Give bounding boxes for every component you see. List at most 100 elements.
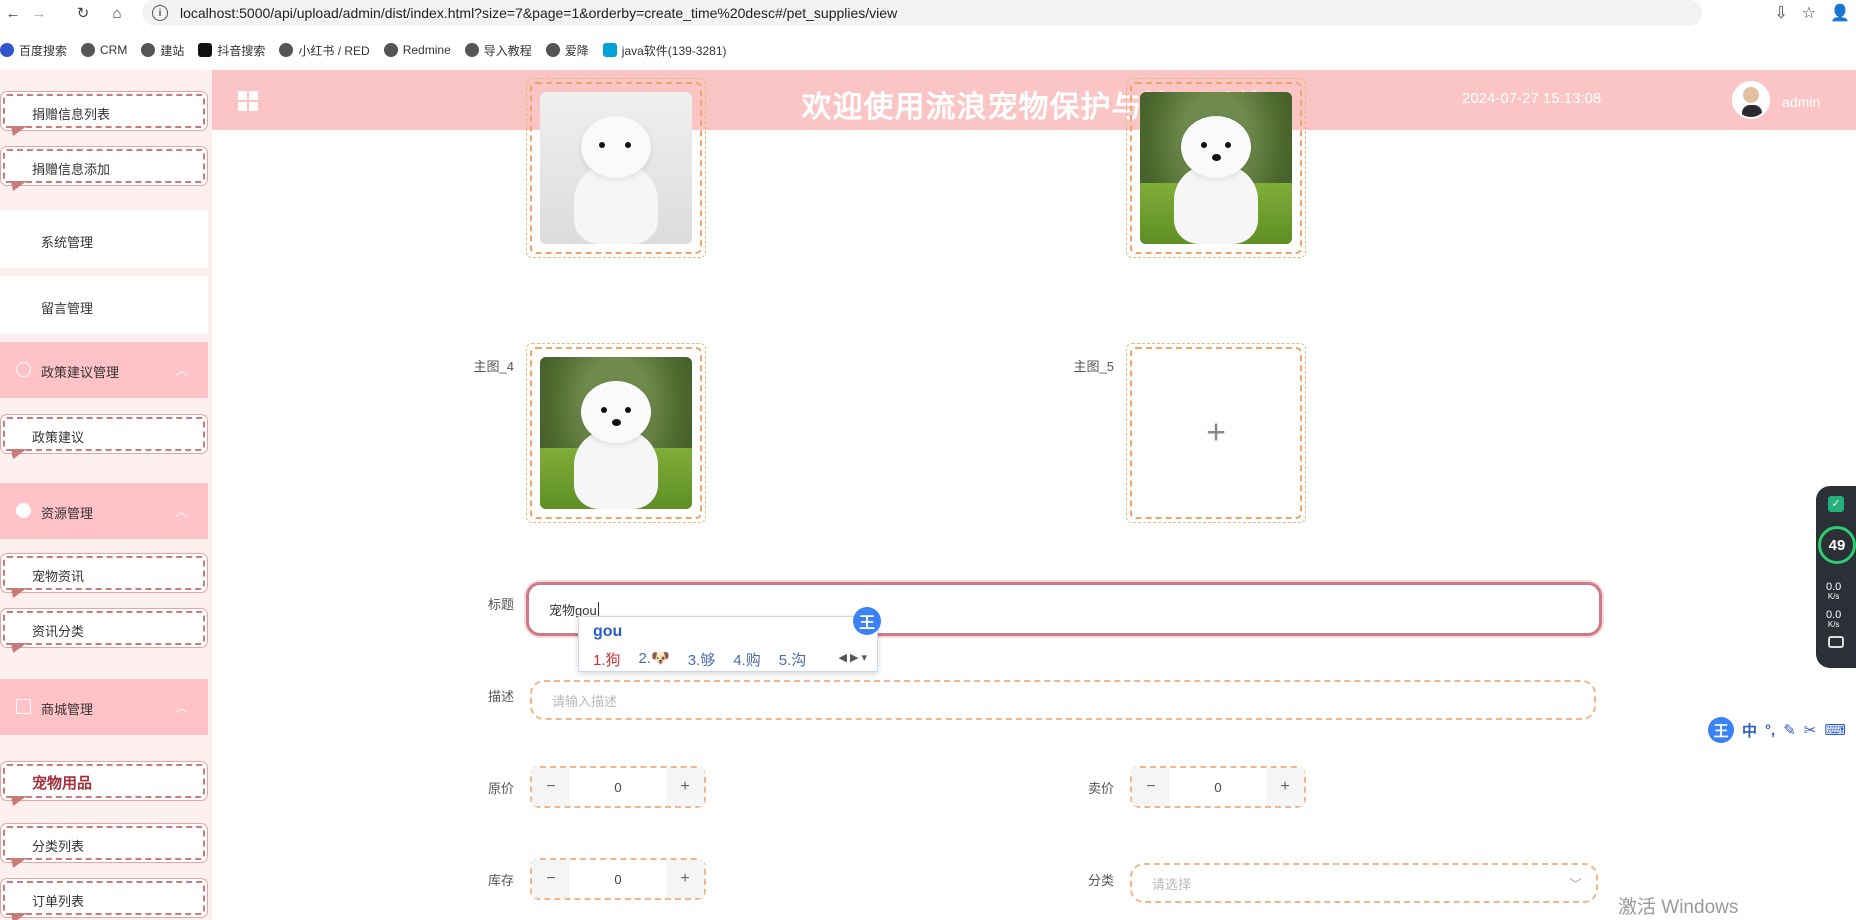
stock-value[interactable]: 0 [570, 872, 666, 887]
bookmark-item[interactable]: 爱降 [545, 42, 589, 59]
avatar[interactable] [1732, 81, 1770, 119]
ime-logo-icon[interactable]: 王 [1708, 717, 1734, 743]
main-image-5-label: 主图_5 [1073, 359, 1114, 374]
bookmark-item[interactable]: 抖音搜索 [198, 42, 265, 59]
description-input[interactable]: 请输入描述 [530, 680, 1596, 720]
increase-button[interactable]: + [1266, 768, 1304, 806]
plus-icon: + [1206, 413, 1226, 452]
bookmark-item[interactable]: java软件(139-3281) [602, 42, 727, 59]
ime-candidate-window: gou 1.狗 2.🐶 3.够 4.购 5.沟 王 ◀ ▶ ▾ [578, 607, 881, 672]
url-text: localhost:5000/api/upload/admin/dist/ind… [180, 5, 898, 21]
network-monitor-widget[interactable]: ✓ 49 0.0 K/s 0.0 K/s [1816, 486, 1856, 668]
decrease-button[interactable]: − [1132, 768, 1170, 806]
site-info-icon[interactable]: i [152, 5, 168, 21]
ime-logo-icon: 王 [853, 607, 881, 635]
ime-candidate[interactable]: 5.沟 [779, 649, 807, 670]
sidebar: 捐赠信息列表 捐赠信息添加 系统管理 留言管理 政策建议管理 ︿ 政策建议 资源… [0, 70, 212, 920]
sale-price-value[interactable]: 0 [1170, 780, 1266, 795]
sidebar-group-policy[interactable]: 政策建议管理 ︿ [0, 342, 208, 398]
sale-price-label: 卖价 [1087, 781, 1114, 796]
original-price-value[interactable]: 0 [570, 780, 666, 795]
category-select[interactable]: 请选择 ﹀ [1130, 863, 1598, 903]
profile-icon[interactable]: 👤 [1830, 3, 1850, 23]
sidebar-item-news-category[interactable]: 资讯分类 [0, 607, 206, 653]
sidebar-group-resource[interactable]: 资源管理 ︿ [0, 483, 208, 539]
globe-icon [141, 43, 156, 57]
stock-label: 库存 [487, 873, 514, 888]
text-caret [597, 602, 599, 616]
ime-mode-toggle[interactable]: 中 [1742, 720, 1757, 741]
upload-rate: 0.0 K/s [1826, 581, 1842, 602]
bookmarks-bar: 百度搜索 CRM 建站 抖音搜索 小红书 / RED Redmine 导入教程 … [0, 38, 741, 62]
ime-page-arrows-icon[interactable]: ◀ ▶ ▾ [838, 651, 867, 664]
ime-candidate[interactable]: 1.狗 [593, 649, 621, 670]
ime-candidate[interactable]: 3.够 [688, 649, 716, 670]
main-image-upload-2[interactable] [526, 78, 706, 258]
browser-actions: ⇩ ☆ 👤 [1774, 0, 1856, 26]
scissors-icon[interactable]: ✂ [1804, 721, 1817, 739]
description-placeholder: 请输入描述 [552, 693, 618, 709]
stock-stepper[interactable]: − 0 + [530, 858, 706, 900]
ime-toolbar: 王 中 °, ✎ ✂ ⌨ [1708, 716, 1846, 744]
sidebar-item-message-mgmt[interactable]: 留言管理 [0, 276, 208, 334]
shield-check-icon: ✓ [1828, 496, 1844, 512]
forward-icon[interactable]: → [26, 0, 52, 26]
ime-candidates: 1.狗 2.🐶 3.够 4.购 5.沟 [593, 649, 806, 670]
home-icon[interactable]: ⌂ [104, 0, 130, 26]
sidebar-item-donation-add[interactable]: 捐赠信息添加 [0, 145, 206, 191]
reload-icon[interactable]: ↻ [70, 0, 96, 26]
globe-icon [545, 43, 560, 57]
main-image-upload-3[interactable] [1126, 78, 1306, 258]
info-icon [16, 362, 31, 377]
sidebar-item-system-mgmt[interactable]: 系统管理 [0, 210, 208, 268]
camera-icon[interactable] [1828, 636, 1844, 648]
ime-candidate[interactable]: 2.🐶 [639, 649, 670, 670]
bookmark-star-icon[interactable]: ☆ [1802, 3, 1816, 23]
main-image-upload-5[interactable]: + [1126, 343, 1306, 523]
original-price-stepper[interactable]: − 0 + [530, 766, 706, 808]
sidebar-group-mall[interactable]: 商城管理 ︿ [0, 679, 208, 735]
sidebar-item-pet-supplies[interactable]: 宠物用品 [0, 760, 206, 806]
pet-photo [1140, 92, 1292, 244]
original-price-label: 原价 [487, 781, 514, 796]
category-label: 分类 [1087, 873, 1114, 888]
sidebar-item-policy[interactable]: 政策建议 [0, 413, 206, 459]
user-name[interactable]: admin [1782, 94, 1820, 110]
pen-icon[interactable]: ✎ [1783, 721, 1796, 739]
main-form: 主图_4 主图_5 + 标题 宠物gou 描述 请输入描述 原价 − 0 + 卖… [212, 78, 1824, 920]
chevron-up-icon: ︿ [174, 700, 188, 715]
cart-icon [16, 699, 31, 714]
bookmark-item[interactable]: 导入教程 [464, 42, 532, 59]
sidebar-item-category-list[interactable]: 分类列表 [0, 822, 206, 868]
increase-button[interactable]: + [666, 768, 704, 806]
globe-icon [464, 43, 479, 57]
decrease-button[interactable]: − [532, 768, 570, 806]
keyboard-icon[interactable]: ⌨ [1824, 721, 1846, 739]
sale-price-stepper[interactable]: − 0 + [1130, 766, 1306, 808]
bookmark-item[interactable]: CRM [81, 43, 127, 57]
back-icon[interactable]: ← [0, 0, 26, 26]
sidebar-item-order-list[interactable]: 订单列表 [0, 877, 206, 920]
bookmark-item[interactable]: 小红书 / RED [279, 42, 370, 59]
increase-button[interactable]: + [666, 860, 704, 898]
sidebar-item-donation-list[interactable]: 捐赠信息列表 [0, 90, 206, 136]
sidebar-item-pet-news[interactable]: 宠物资讯 [0, 552, 206, 598]
bilibili-icon [602, 43, 617, 57]
baidu-icon [0, 43, 14, 57]
globe-icon [81, 43, 96, 57]
chevron-up-icon: ︿ [174, 363, 188, 378]
chevron-down-icon: ﹀ [1568, 877, 1582, 892]
app-header: 欢迎使用流浪宠物保护与管理系统 2024-07-27 15:13:08 admi… [212, 70, 1856, 130]
header-datetime: 2024-07-27 15:13:08 [1462, 90, 1602, 107]
decrease-button[interactable]: − [532, 860, 570, 898]
ime-candidate[interactable]: 4.购 [733, 649, 761, 670]
bookmark-item[interactable]: 百度搜索 [0, 42, 67, 59]
main-image-upload-4[interactable] [526, 343, 706, 523]
punctuation-icon[interactable]: °, [1765, 722, 1775, 739]
install-app-icon[interactable]: ⇩ [1774, 3, 1787, 23]
category-placeholder: 请选择 [1152, 876, 1192, 892]
bookmark-item[interactable]: 建站 [141, 42, 184, 59]
bookmark-item[interactable]: Redmine [383, 43, 451, 57]
description-label: 描述 [487, 689, 514, 704]
address-bar[interactable]: i localhost:5000/api/upload/admin/dist/i… [142, 0, 1702, 26]
